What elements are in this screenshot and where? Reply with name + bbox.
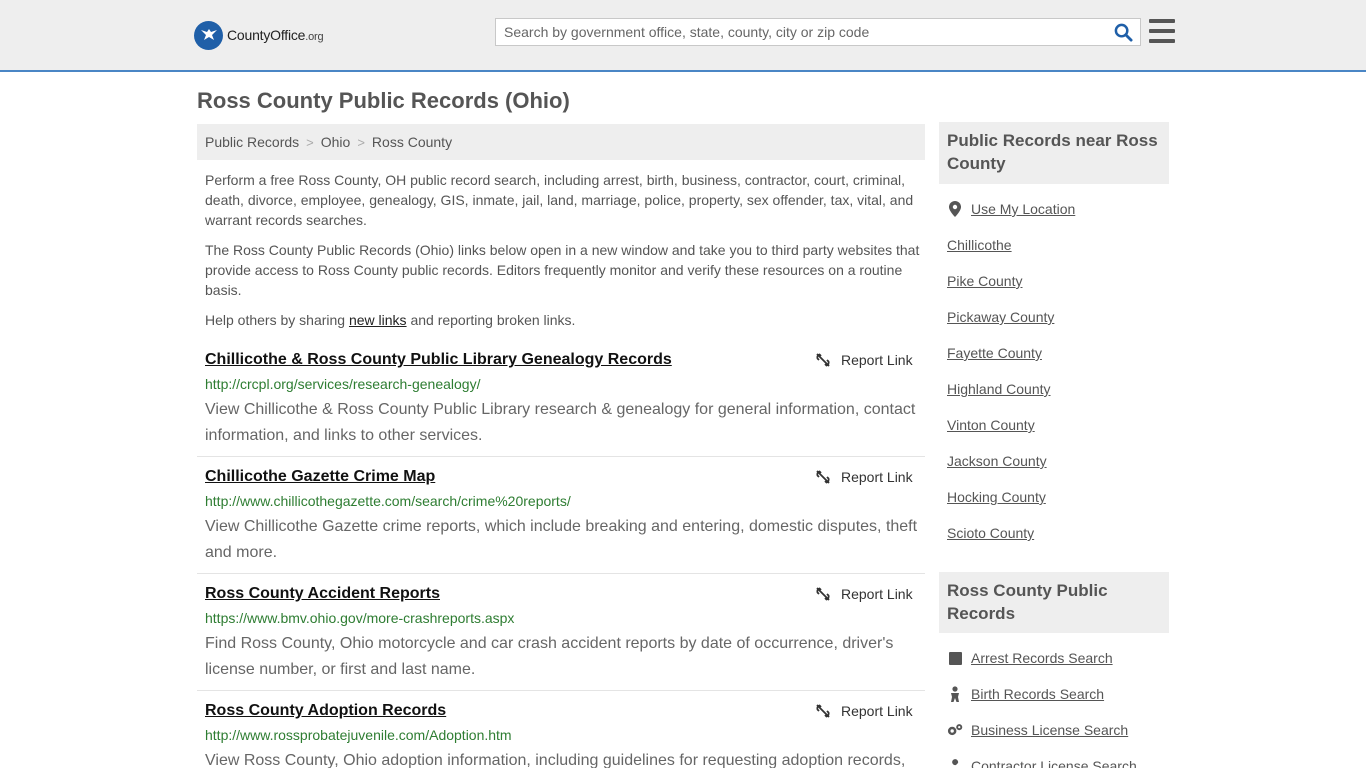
use-location-link[interactable]: Use My Location xyxy=(971,201,1075,217)
sidebar-nearby-item[interactable]: Scioto County xyxy=(947,525,1034,541)
menu-button[interactable] xyxy=(1149,19,1175,43)
sidebar-nearby-item[interactable]: Jackson County xyxy=(947,453,1047,469)
intro-paragraph: Perform a free Ross County, OH public re… xyxy=(205,172,914,228)
report-link-button[interactable]: Report Link xyxy=(815,703,913,719)
record-item: Ross County Accident Reports Report Link… xyxy=(197,585,925,691)
record-url: http://www.rossprobatejuvenile.com/Adopt… xyxy=(205,727,512,743)
baby-icon xyxy=(947,686,963,702)
nearby-link-pike-county[interactable]: Pike County xyxy=(947,273,1022,289)
square-icon xyxy=(947,650,963,666)
business-license-link[interactable]: Business License Search xyxy=(971,722,1128,738)
report-link-label: Report Link xyxy=(841,469,913,485)
logo-eagle-icon xyxy=(194,20,223,50)
arrest-records-link[interactable]: Arrest Records Search xyxy=(971,650,1113,666)
record-description: Find Ross County, Ohio motorcycle and ca… xyxy=(205,635,894,678)
nearby-link-chillicothe[interactable]: Chillicothe xyxy=(947,237,1012,253)
report-link-button[interactable]: Report Link xyxy=(815,586,913,602)
gears-icon xyxy=(947,722,963,738)
sidebar-nearby-heading: Public Records near Ross County xyxy=(939,122,1169,184)
sidebar-use-location[interactable]: Use My Location xyxy=(947,201,1075,217)
map-marker-icon xyxy=(947,201,963,217)
sidebar-record-link[interactable]: Contractor License Search xyxy=(947,758,1137,768)
sidebar-nearby-item[interactable]: Fayette County xyxy=(947,345,1042,361)
nearby-link-scioto-county[interactable]: Scioto County xyxy=(947,525,1034,541)
intro-help-text: Help others by sharing new links and rep… xyxy=(205,310,920,330)
report-link-label: Report Link xyxy=(841,352,913,368)
breadcrumb-public-records[interactable]: Public Records xyxy=(205,134,299,150)
logo-main-text: CountyOffice xyxy=(227,27,306,43)
record-url: https://www.bmv.ohio.gov/more-crashrepor… xyxy=(205,610,515,626)
help-text-before: Help others by sharing xyxy=(205,312,349,328)
report-link-label: Report Link xyxy=(841,586,913,602)
wrench-icon xyxy=(947,758,963,768)
breadcrumb: Public Records > Ohio > Ross County xyxy=(197,124,925,160)
record-url: http://www.chillicothegazette.com/search… xyxy=(205,493,571,509)
broken-link-icon xyxy=(816,704,830,718)
record-item: Chillicothe & Ross County Public Library… xyxy=(197,351,925,457)
report-link-button[interactable]: Report Link xyxy=(815,469,913,485)
intro-paragraph-disclaimer: The Ross County Public Records (Ohio) li… xyxy=(205,242,920,298)
logo-text: CountyOffice.org xyxy=(227,27,324,43)
breadcrumb-separator: > xyxy=(306,134,314,150)
breadcrumb-ross-county: Ross County xyxy=(371,134,453,150)
menu-bar xyxy=(1149,39,1175,43)
site-header: CountyOffice.org xyxy=(0,0,1366,72)
birth-records-link[interactable]: Birth Records Search xyxy=(971,686,1104,702)
broken-link-icon xyxy=(816,353,830,367)
breadcrumb-ohio[interactable]: Ohio xyxy=(321,134,351,150)
site-logo[interactable]: CountyOffice.org xyxy=(194,20,324,50)
nearby-link-highland-county[interactable]: Highland County xyxy=(947,381,1051,397)
new-links-link[interactable]: new links xyxy=(349,312,407,328)
record-title-link[interactable]: Ross County Adoption Records xyxy=(205,702,446,720)
record-title-link[interactable]: Chillicothe Gazette Crime Map xyxy=(205,468,435,486)
sidebar-nearby-item[interactable]: Highland County xyxy=(947,381,1051,397)
sidebar-record-link[interactable]: Birth Records Search xyxy=(947,686,1104,702)
record-title-link[interactable]: Ross County Accident Reports xyxy=(205,585,440,603)
record-description: View Chillicothe Gazette crime reports, … xyxy=(205,518,918,561)
broken-link-icon xyxy=(816,587,830,601)
sidebar-nearby-item[interactable]: Vinton County xyxy=(947,417,1035,433)
sidebar-nearby-item[interactable]: Pike County xyxy=(947,273,1022,289)
search-box xyxy=(495,18,1141,46)
search-input[interactable] xyxy=(496,19,1106,45)
page-title: Ross County Public Records (Ohio) xyxy=(197,88,570,113)
sidebar-nearby-item[interactable]: Hocking County xyxy=(947,489,1046,505)
search-button[interactable] xyxy=(1106,19,1140,45)
nearby-link-pickaway-county[interactable]: Pickaway County xyxy=(947,309,1054,325)
record-item: Ross County Adoption Records Report Link… xyxy=(197,702,925,768)
report-link-button[interactable]: Report Link xyxy=(815,352,913,368)
menu-bar xyxy=(1149,29,1175,33)
broken-link-icon xyxy=(816,470,830,484)
nearby-link-fayette-county[interactable]: Fayette County xyxy=(947,345,1042,361)
nearby-link-jackson-county[interactable]: Jackson County xyxy=(947,453,1047,469)
sidebar-record-link[interactable]: Business License Search xyxy=(947,722,1128,738)
record-url: http://crcpl.org/services/research-genea… xyxy=(205,376,481,392)
record-item: Chillicothe Gazette Crime Map Report Lin… xyxy=(197,468,925,574)
nearby-link-hocking-county[interactable]: Hocking County xyxy=(947,489,1046,505)
record-description: View Chillicothe & Ross County Public Li… xyxy=(205,401,916,444)
report-link-label: Report Link xyxy=(841,703,913,719)
sidebar-records-heading: Ross County Public Records xyxy=(939,572,1169,633)
sidebar-nearby-item[interactable]: Pickaway County xyxy=(947,309,1054,325)
menu-bar xyxy=(1149,19,1175,23)
record-title-link[interactable]: Chillicothe & Ross County Public Library… xyxy=(205,351,672,369)
contractor-license-link[interactable]: Contractor License Search xyxy=(971,758,1137,768)
nearby-link-vinton-county[interactable]: Vinton County xyxy=(947,417,1035,433)
help-text-after: and reporting broken links. xyxy=(406,312,576,328)
breadcrumb-separator: > xyxy=(357,134,365,150)
record-description: View Ross County, Ohio adoption informat… xyxy=(205,752,906,768)
sidebar-nearby-item[interactable]: Chillicothe xyxy=(947,237,1012,253)
search-icon xyxy=(1114,23,1133,42)
sidebar-record-link[interactable]: Arrest Records Search xyxy=(947,650,1113,666)
logo-suffix-text: .org xyxy=(305,31,324,43)
